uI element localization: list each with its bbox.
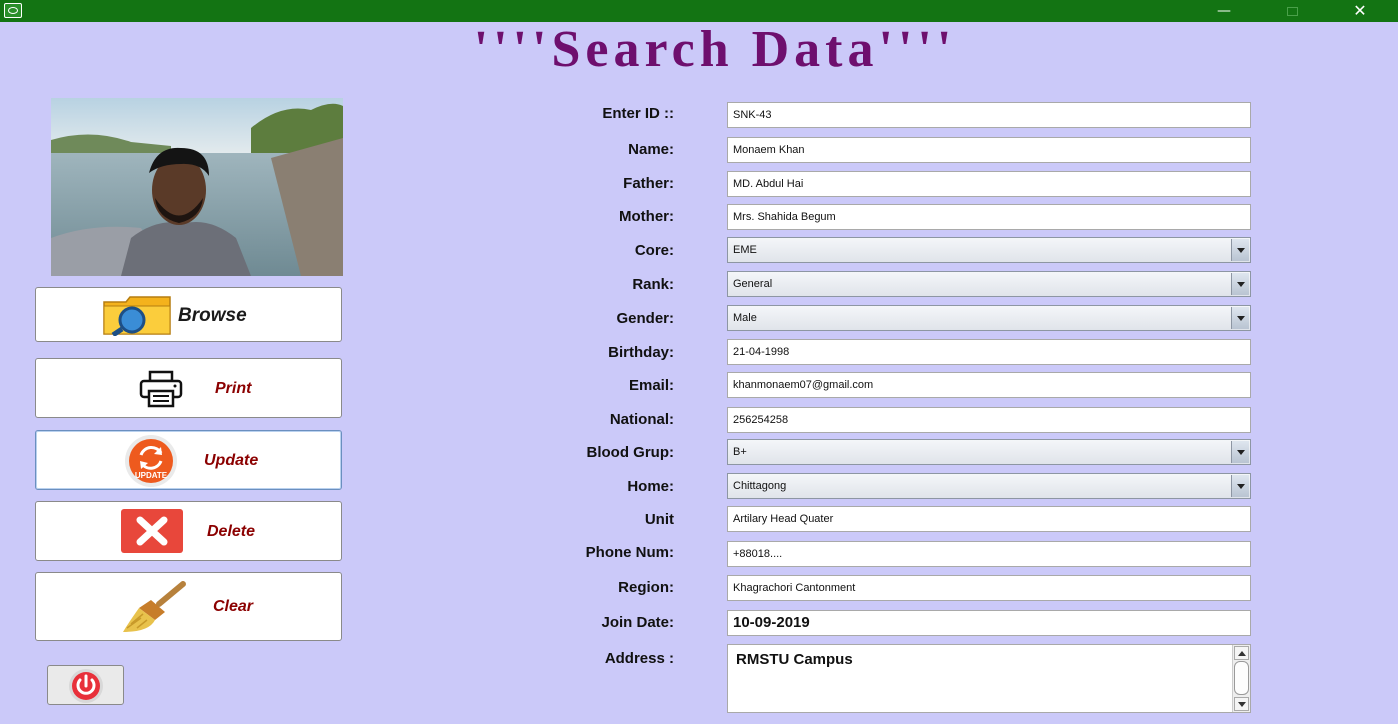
label-rank: Rank: [632,276,674,293]
blood-select-value: B+ [733,446,747,458]
home-select-value: Chittagong [733,480,787,492]
address-textarea[interactable]: RMSTU Campus [727,644,1251,713]
label-birthday: Birthday: [608,344,674,361]
printer-icon [138,370,188,415]
address-scrollbar[interactable] [1232,645,1250,712]
update-icon: UPDATE [106,434,196,493]
label-father: Father: [623,175,674,192]
chevron-down-icon[interactable] [1231,273,1249,295]
minimize-button[interactable]: — [1204,0,1244,22]
core-select[interactable]: EME [727,237,1251,263]
gender-select-value: Male [733,312,757,324]
clear-button[interactable]: Clear [35,572,342,641]
label-name: Name: [628,141,674,158]
email-field[interactable]: khanmonaem07@gmail.com [727,372,1251,398]
clear-label: Clear [213,598,254,615]
browse-label: Browse [178,305,247,326]
label-national: National: [609,411,674,428]
label-id: Enter ID :: [602,105,674,122]
join-date-field[interactable]: 10-09-2019 [727,610,1251,636]
rank-select[interactable]: General [727,271,1251,297]
window-titlebar: — ✕ [0,0,1398,22]
label-join-date: Join Date: [601,614,674,631]
delete-button[interactable]: Delete [35,501,342,561]
label-region: Region: [618,579,674,596]
gender-select[interactable]: Male [727,305,1251,331]
print-button[interactable]: Print [35,358,342,418]
update-label: Update [204,452,259,469]
maximize-button[interactable] [1272,0,1312,22]
print-label: Print [215,380,252,397]
blood-select[interactable]: B+ [727,439,1251,465]
label-blood: Blood Grup: [586,444,674,461]
mother-field[interactable]: Mrs. Shahida Begum [727,204,1251,230]
address-text: RMSTU Campus [736,651,853,668]
label-gender: Gender: [616,310,674,327]
father-field[interactable]: MD. Abdul Hai [727,171,1251,197]
scroll-up-icon[interactable] [1234,646,1249,660]
birthday-field[interactable]: 21-04-1998 [727,339,1251,365]
scroll-down-icon[interactable] [1234,697,1249,711]
power-icon [67,668,105,709]
label-phone: Phone Num: [585,544,674,561]
id-field[interactable]: SNK-43 [727,102,1251,128]
delete-label: Delete [207,523,256,540]
home-select[interactable]: Chittagong [727,473,1251,499]
phone-field[interactable]: +88018.... [727,541,1251,567]
scroll-thumb[interactable] [1234,661,1249,695]
unit-field[interactable]: Artilary Head Quater [727,506,1251,532]
rank-select-value: General [733,278,773,290]
label-home: Home: [627,478,674,495]
region-field[interactable]: Khagrachori Cantonment [727,575,1251,601]
label-unit: Unit [644,511,674,528]
delete-x-icon [120,508,184,559]
chevron-down-icon[interactable] [1231,239,1249,261]
browse-button[interactable]: Browse [35,287,342,342]
chevron-down-icon[interactable] [1231,307,1249,329]
folder-search-icon [102,294,172,341]
national-field[interactable]: 256254258 [727,407,1251,433]
page-title: ''''Search Data'''' [473,21,957,78]
update-button[interactable]: UPDATE Update [35,430,342,490]
power-button[interactable] [47,665,124,705]
chevron-down-icon[interactable] [1231,475,1249,497]
label-core: Core: [634,242,674,259]
label-address: Address : [604,650,674,667]
app-icon[interactable] [4,3,22,18]
close-button[interactable]: ✕ [1340,0,1380,22]
chevron-down-icon[interactable] [1231,441,1249,463]
label-mother: Mother: [619,208,674,225]
core-select-value: EME [733,244,757,256]
broom-icon [121,578,191,641]
label-email: Email: [628,377,674,394]
user-photo [51,98,343,276]
update-icon-text: UPDATE [135,471,168,480]
name-field[interactable]: Monaem Khan [727,137,1251,163]
